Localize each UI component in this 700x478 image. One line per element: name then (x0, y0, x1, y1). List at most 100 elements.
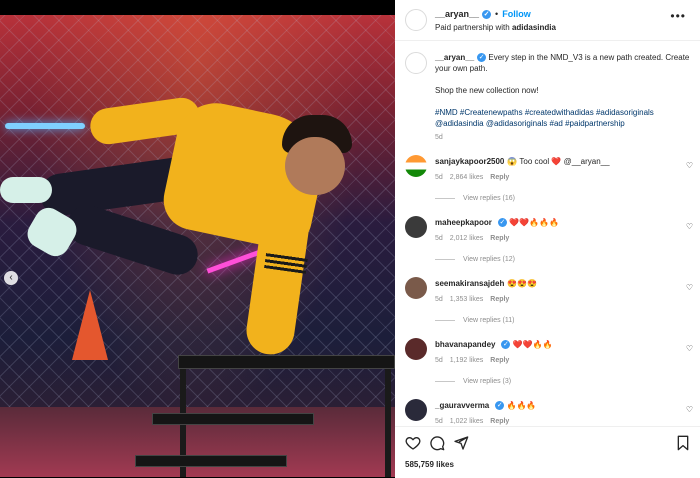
view-replies-label: View replies (11) (463, 317, 515, 324)
comment-item: maheepkapoor ✓ ❤️❤️🔥🔥🔥 5d 2,012 likes Reply… (405, 216, 695, 271)
comment-meta: 5d 2,012 likes Reply (435, 235, 516, 242)
comment-text-line: sanjaykapoor2500 😱 Too cool ❤️ @__aryan__ (435, 157, 665, 166)
comment-time: 5d (435, 357, 443, 364)
caption-username[interactable]: __aryan__ (435, 53, 474, 62)
comment-text-line: seemakiransajdeh 😍😍😍 (435, 279, 665, 288)
comment-item: seemakiransajdeh 😍😍😍 5d 1,353 likes Reply ♡… (405, 277, 695, 332)
comment-likes[interactable]: 1,192 likes (450, 357, 483, 364)
reply-button[interactable]: Reply (490, 174, 509, 181)
post-header: __aryan__ ✓ • Follow Paid partnership with … (395, 0, 700, 41)
post-photo: ‹ (0, 15, 395, 477)
person-head (285, 137, 345, 195)
avatar[interactable] (405, 52, 427, 74)
comment-likes[interactable]: 2,012 likes (450, 235, 483, 242)
sneaker (0, 177, 52, 203)
comment-time: 5d (435, 235, 443, 242)
bookmark-icon[interactable] (675, 435, 691, 451)
comment-item: bhavanapandey ✓ ❤️❤️🔥🔥 5d 1,192 likes Reply… (405, 338, 695, 393)
chevron-left-icon[interactable]: ‹ (4, 271, 18, 285)
post-details-panel: __aryan__ ✓ • Follow Paid partnership with … (395, 0, 700, 478)
comment-time: 5d (435, 296, 443, 303)
reply-button[interactable]: Reply (490, 357, 509, 364)
caption-line2: Shop the new collection now! (435, 86, 539, 95)
traffic-cone (72, 290, 108, 360)
heart-icon[interactable]: ♡ (686, 222, 693, 231)
action-bar: 585,759 likes (395, 426, 700, 478)
comment-text: ❤️❤️🔥🔥 (512, 340, 553, 349)
heart-icon[interactable]: ♡ (686, 283, 693, 292)
caption-timestamp: 5d (435, 134, 443, 141)
comment-text: 😱 Too cool ❤️ @__aryan__ (507, 157, 610, 166)
comment-text: 😍😍😍 (507, 279, 538, 288)
neon-light (5, 123, 85, 129)
comment-text-line: maheepkapoor ✓ ❤️❤️🔥🔥🔥 (435, 218, 665, 228)
view-replies-label: View replies (16) (463, 195, 516, 202)
comment-item: sanjaykapoor2500 😱 Too cool ❤️ @__aryan__… (405, 155, 695, 210)
view-replies-button[interactable]: View replies (3) (435, 378, 511, 385)
reply-button[interactable]: Reply (490, 418, 509, 425)
partnership-line: Paid partnership with adidasindia (435, 23, 556, 32)
header-user-line: __aryan__ ✓ • Follow (435, 9, 531, 20)
verified-badge-icon: ✓ (477, 53, 487, 63)
heart-icon[interactable]: ♡ (686, 405, 693, 414)
more-options-icon[interactable]: ••• (670, 9, 686, 23)
comment-icon[interactable] (429, 435, 445, 451)
verified-badge-icon: ✓ (495, 401, 505, 411)
comment-username[interactable]: maheepkapoor (435, 218, 492, 227)
avatar[interactable] (405, 399, 427, 421)
heart-icon[interactable] (405, 435, 421, 451)
comment-text-line: _gauravverma ✓ 🔥🔥🔥 (435, 401, 665, 411)
comment-meta: 5d 1,022 likes Reply (435, 418, 516, 425)
verified-badge-icon: ✓ (501, 340, 511, 350)
reply-button[interactable]: Reply (490, 235, 509, 242)
avatar[interactable] (405, 338, 427, 360)
reply-button[interactable]: Reply (490, 296, 509, 303)
verified-badge-icon: ✓ (482, 10, 492, 20)
comment-likes[interactable]: 1,353 likes (450, 296, 483, 303)
author-username[interactable]: __aryan__ (435, 9, 479, 19)
comment-username[interactable]: _gauravverma (435, 401, 489, 410)
view-replies-button[interactable]: View replies (12) (435, 256, 515, 263)
view-replies-button[interactable]: View replies (11) (435, 317, 515, 324)
likes-count[interactable]: 585,759 likes (405, 460, 454, 469)
metal-bench (135, 455, 287, 467)
caption-body: __aryan__ ✓ Every step in the NMD_V3 is a… (435, 52, 697, 143)
comment-meta: 5d 2,864 likes Reply (435, 174, 516, 181)
comment-text: 🔥🔥🔥 (506, 401, 537, 410)
caption-line1: __aryan__ ✓ Every step in the NMD_V3 is a… (435, 52, 697, 74)
avatar[interactable] (405, 216, 427, 238)
comment-likes[interactable]: 2,864 likes (450, 174, 483, 181)
caption-hashtags[interactable]: #NMD #Createnewpaths #createdwithadidas … (435, 107, 697, 129)
comment-time: 5d (435, 174, 443, 181)
view-replies-button[interactable]: View replies (16) (435, 195, 515, 202)
metal-bench (178, 355, 395, 369)
comment-likes[interactable]: 1,022 likes (450, 418, 483, 425)
avatar[interactable] (405, 155, 427, 177)
comment-username[interactable]: bhavanapandey (435, 340, 495, 349)
avatar[interactable] (405, 277, 427, 299)
partner-link[interactable]: adidasindia (512, 23, 556, 32)
share-icon[interactable] (453, 435, 469, 451)
view-replies-label: View replies (12) (463, 256, 516, 263)
divider (435, 380, 455, 382)
comment-time: 5d (435, 418, 443, 425)
metal-bench (152, 413, 314, 425)
separator-dot: • (495, 9, 499, 19)
comment-username[interactable]: sanjaykapoor2500 (435, 157, 504, 166)
comment-text-line: bhavanapandey ✓ ❤️❤️🔥🔥 (435, 340, 665, 350)
comment-username[interactable]: seemakiransajdeh (435, 279, 504, 288)
follow-button[interactable]: Follow (502, 9, 531, 19)
view-replies-label: View replies (3) (463, 378, 512, 385)
divider (435, 258, 455, 260)
heart-icon[interactable]: ♡ (686, 344, 693, 353)
avatar[interactable] (405, 9, 427, 31)
divider (435, 197, 455, 199)
heart-icon[interactable]: ♡ (686, 161, 693, 170)
comment-text: ❤️❤️🔥🔥🔥 (509, 218, 559, 227)
comment-meta: 5d 1,353 likes Reply (435, 296, 516, 303)
partnership-prefix: Paid partnership with (435, 23, 510, 32)
comment-meta: 5d 1,192 likes Reply (435, 357, 516, 364)
divider (435, 319, 455, 321)
bench-leg (385, 367, 391, 477)
verified-badge-icon: ✓ (497, 218, 507, 228)
